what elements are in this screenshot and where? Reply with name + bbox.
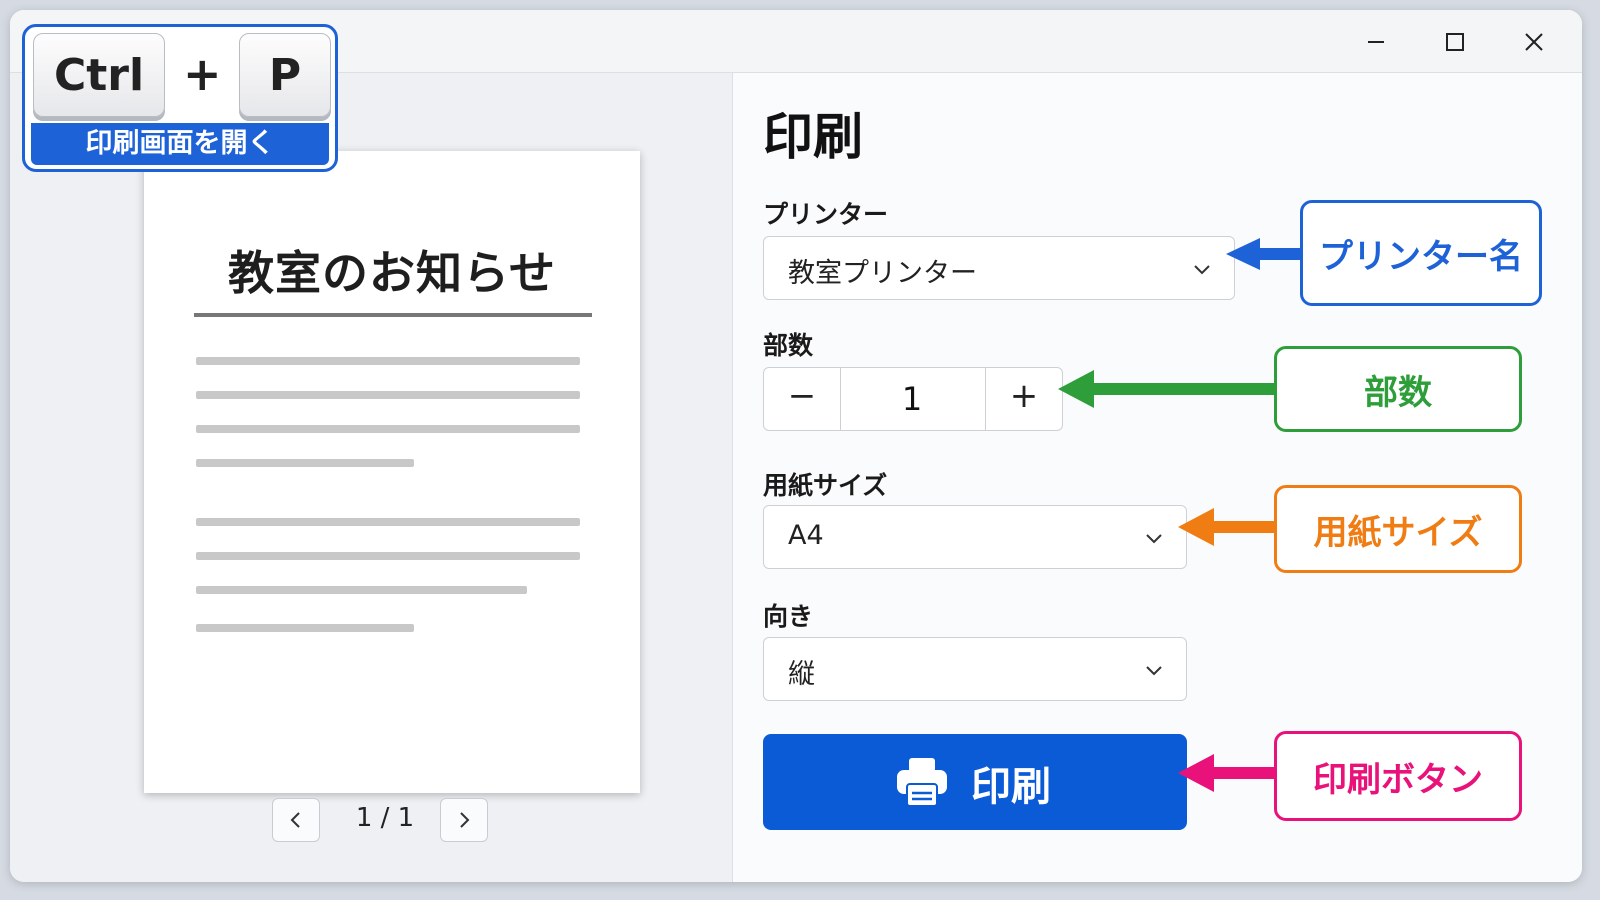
orientation-label: 向き [763,602,814,631]
shortcut-badge: Ctrl + P 印刷画面を開く [22,24,338,172]
decrease-copies-button[interactable]: − [764,368,841,430]
previous-page-button[interactable] [272,798,320,842]
orientation-value: 縦 [788,659,815,690]
minimize-icon[interactable] [1358,24,1394,60]
paper-size-callout: 用紙サイズ [1274,485,1522,573]
shortcut-caption: 印刷画面を開く [31,123,329,165]
increase-copies-button[interactable]: + [985,368,1062,430]
print-button-callout: 印刷ボタン [1274,731,1522,821]
printer-icon [897,758,947,807]
paper-size-value: A4 [788,520,824,551]
ctrl-key: Ctrl [33,33,165,117]
copies-stepper: − 1 + [763,367,1063,431]
paper-size-annotation-arrow [1178,508,1278,546]
chevron-down-icon [1146,666,1162,676]
chevron-down-icon [1194,265,1210,275]
close-icon[interactable] [1516,24,1552,60]
copies-annotation-arrow [1058,370,1278,408]
print-button[interactable]: 印刷 [763,734,1187,830]
page-indicator: 1 / 1 [355,803,415,833]
paper-size-select[interactable]: A4 [763,505,1187,569]
chevron-right-icon [460,812,470,828]
print-button-annotation-arrow [1178,754,1278,792]
text-line [196,552,580,560]
copies-label: 部数 [763,331,814,360]
text-line [196,624,414,632]
text-line [196,391,580,399]
paper-size-label: 用紙サイズ [763,471,888,500]
print-button-label: 印刷 [971,764,1051,810]
printer-select[interactable]: 教室プリンター [763,236,1235,300]
maximize-icon[interactable] [1437,24,1473,60]
next-page-button[interactable] [440,798,488,842]
dialog-heading: 印刷 [763,108,863,166]
document-title: 教室のお知らせ [227,246,557,300]
chevron-left-icon [290,812,300,828]
preview-page: 教室のお知らせ [144,151,640,793]
printer-label: プリンター [763,200,889,229]
copies-value[interactable]: 1 [841,380,983,418]
copies-callout: 部数 [1274,346,1522,432]
text-line [196,586,527,594]
p-key: P [239,33,331,117]
text-line [196,425,580,433]
text-line [196,357,580,365]
title-underline [194,313,592,317]
text-line [196,459,414,467]
printer-value: 教室プリンター [788,258,977,289]
print-preview-pane: 教室のお知らせ 1 / 1 [10,73,733,882]
orientation-select[interactable]: 縦 [763,637,1187,701]
plus-sign: + [183,47,222,101]
printer-name-callout: プリンター名 [1300,200,1542,306]
chevron-down-icon [1146,534,1162,544]
text-line [196,518,580,526]
printer-annotation-arrow [1226,238,1306,270]
